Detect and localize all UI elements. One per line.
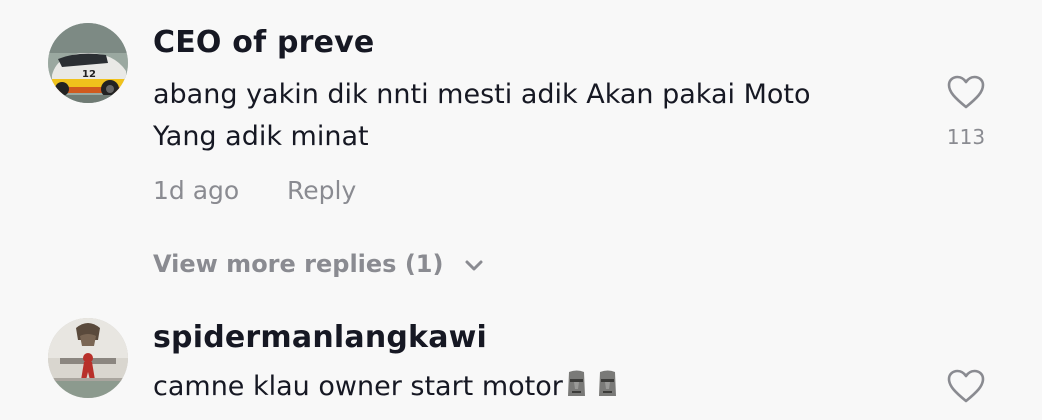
- comment-text-line: Yang adik minat: [153, 121, 369, 152]
- like-count: 113: [946, 125, 986, 149]
- avatar[interactable]: 12: [48, 23, 128, 103]
- comment-meta: 1d ago Reply: [153, 176, 356, 205]
- moai-emoji: [594, 369, 621, 412]
- comment-text-line: camne klau owner start motor: [153, 366, 621, 412]
- reply-button[interactable]: Reply: [287, 176, 356, 205]
- race-car-avatar-image: 12: [48, 23, 128, 103]
- comment-text-line: abang yakin dik nnti mesti adik Akan pak…: [153, 79, 811, 110]
- svg-text:12: 12: [82, 69, 96, 80]
- avatar[interactable]: [48, 318, 128, 398]
- username[interactable]: CEO of preve: [153, 25, 374, 60]
- comment-text: camne klau owner start motor: [153, 371, 563, 402]
- view-more-replies-label: View more replies (1): [153, 250, 444, 278]
- view-more-replies-button[interactable]: View more replies (1): [153, 250, 484, 279]
- like-button[interactable]: [944, 368, 988, 404]
- timestamp: 1d ago: [153, 176, 240, 205]
- heart-icon: [947, 369, 985, 403]
- chevron-down-icon: [464, 251, 484, 279]
- moai-emoji: [563, 369, 590, 412]
- heart-icon: [947, 75, 985, 109]
- spiderman-statue-avatar-image: [48, 318, 128, 398]
- username[interactable]: spidermanlangkawi: [153, 320, 487, 355]
- like-button[interactable]: [944, 74, 988, 110]
